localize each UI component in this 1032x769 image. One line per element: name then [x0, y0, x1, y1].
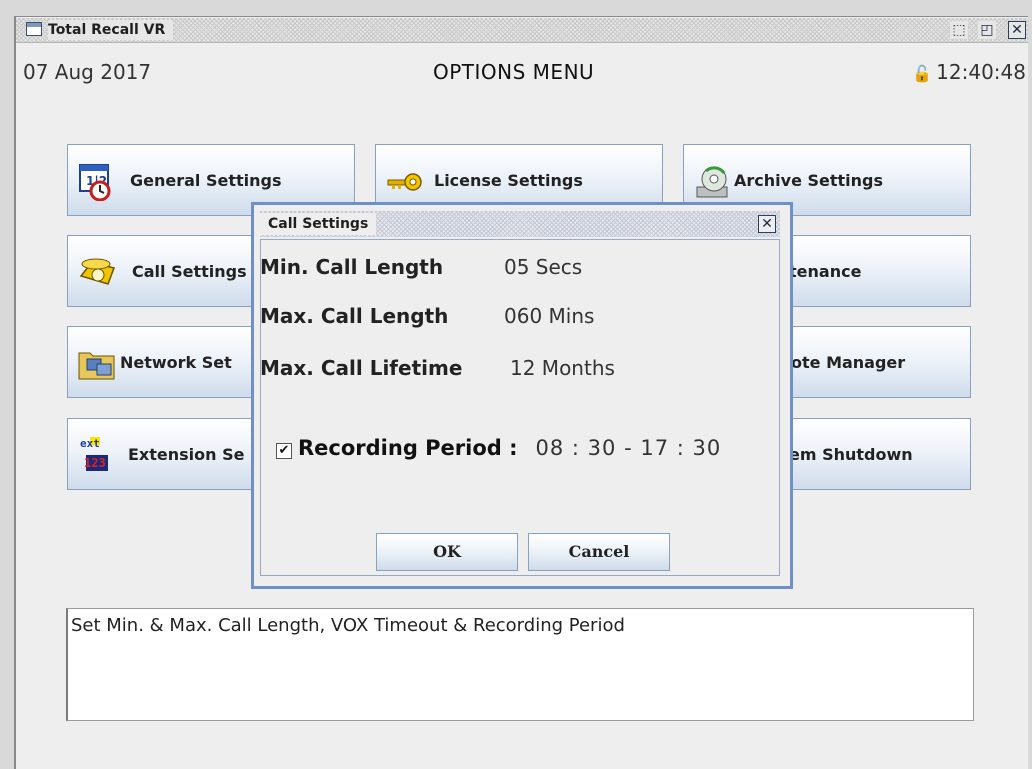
network-computer-icon: [78, 352, 115, 380]
archive-settings-label: Archive Settings: [734, 171, 884, 190]
maintenance-label: tenance: [789, 262, 862, 281]
svg-text:ext: ext: [80, 437, 100, 450]
current-time: 12:40:48: [936, 60, 1026, 84]
maximize-icon[interactable]: ◰: [978, 21, 996, 39]
remote-manager-label: ote Manager: [791, 353, 906, 372]
ok-button[interactable]: OK: [376, 533, 518, 571]
current-date: 07 Aug 2017: [23, 60, 152, 84]
max-call-lifetime-row: Max. Call Lifetime 12 Months: [260, 356, 615, 380]
minimize-icon[interactable]: ⬚: [950, 21, 968, 39]
recording-period-row: ✔ Recording Period : 08 : 30 - 17 : 30: [276, 436, 721, 460]
clock: 🔓 12:40:48: [912, 60, 1026, 84]
general-settings-label: General Settings: [130, 171, 282, 190]
min-call-length-value[interactable]: 05 Secs: [504, 255, 582, 279]
license-settings-label: License Settings: [434, 171, 583, 190]
page-title: OPTIONS MENU: [433, 60, 595, 84]
key-icon: [387, 173, 422, 191]
call-settings-dialog: Call Settings ✕ Min. Call Length 05 Secs…: [251, 202, 793, 589]
max-call-lifetime-label: Max. Call Lifetime: [260, 356, 463, 380]
max-call-lifetime-value[interactable]: 12 Months: [510, 356, 615, 380]
telephone-icon: [79, 258, 115, 285]
svg-text:123: 123: [84, 456, 106, 470]
dialog-titlebar[interactable]: Call Settings: [260, 211, 780, 237]
dialog-content: [260, 239, 780, 576]
call-settings-label: Call Settings: [132, 262, 247, 281]
max-call-length-label: Max. Call Length: [260, 304, 449, 328]
description-box: Set Min. & Max. Call Length, VOX Timeout…: [66, 608, 974, 721]
network-settings-label: Network Set: [120, 353, 232, 372]
lock-icon: 🔓: [912, 64, 933, 83]
min-call-length-label: Min. Call Length: [260, 255, 444, 279]
max-call-length-row: Max. Call Length 060 Mins: [260, 304, 594, 328]
extension-settings-label: Extension Se: [128, 445, 245, 464]
recording-period-value[interactable]: 08 : 30 - 17 : 30: [536, 436, 722, 460]
cancel-button[interactable]: Cancel: [528, 533, 670, 571]
ext-123-icon: ext 123: [80, 437, 108, 471]
window-title: Total Recall VR: [48, 20, 174, 40]
disc-archive-icon: [696, 166, 728, 198]
system-shutdown-label: em Shutdown: [789, 445, 913, 464]
min-call-length-row: Min. Call Length 05 Secs: [260, 255, 582, 279]
description-text: Set Min. & Max. Call Length, VOX Timeout…: [71, 615, 625, 636]
max-call-length-value[interactable]: 060 Mins: [504, 304, 594, 328]
calendar-clock-icon: 1|2: [79, 164, 111, 201]
dialog-close-icon[interactable]: ✕: [758, 215, 776, 233]
app-window-icon: [26, 22, 42, 36]
dialog-title: Call Settings: [260, 213, 377, 235]
recording-period-checkbox[interactable]: ✔: [276, 443, 292, 459]
close-icon[interactable]: ✕: [1008, 21, 1026, 39]
recording-period-label: Recording Period :: [298, 436, 518, 460]
window-titlebar[interactable]: Total Recall VR ⬚ ◰ ✕: [16, 18, 1028, 43]
